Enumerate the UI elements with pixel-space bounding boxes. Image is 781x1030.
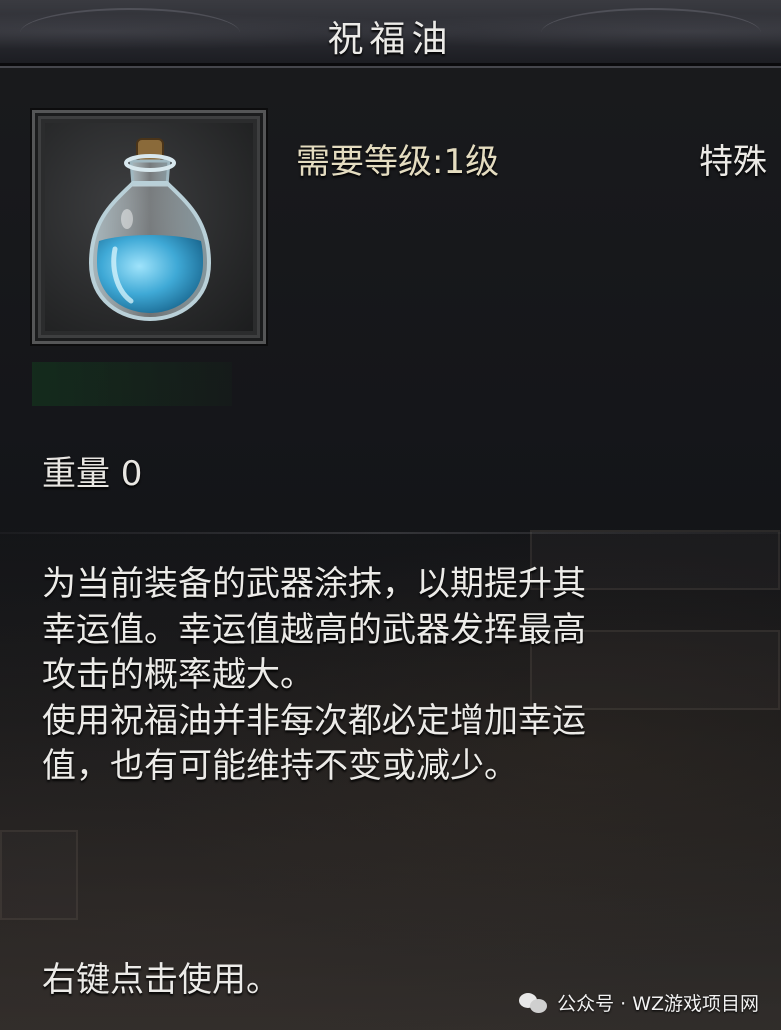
- item-weight: 重量 0: [42, 454, 143, 494]
- description-line: 幸运值。幸运值越高的武器发挥最高: [42, 609, 586, 650]
- description-line: 使用祝福油并非每次都必定增加幸运: [42, 700, 586, 741]
- item-icon-frame: [32, 110, 266, 344]
- item-type: 特殊: [699, 142, 767, 182]
- section-divider: [0, 532, 781, 534]
- level-requirement: 需要等级:1级: [296, 142, 500, 182]
- item-icon-glow: [32, 362, 232, 406]
- usage-hint: 右键点击使用。: [42, 960, 280, 1000]
- item-description: 为当前装备的武器涂抹，以期提升其 幸运值。幸运值越高的武器发挥最高 攻击的概率越…: [42, 562, 772, 790]
- wechat-icon: [519, 991, 549, 1015]
- watermark: 公众号 · WZ游戏项目网: [519, 989, 759, 1016]
- item-name: 祝福油: [327, 19, 454, 60]
- description-line: 攻击的概率越大。: [42, 655, 314, 695]
- item-tooltip: 祝福油 需要等级:1级 特殊 重量 0 为当前装备的武器涂抹，以期提升其 幸运值…: [0, 0, 781, 1030]
- description-line: 值，也有可能维持不变或减少。: [42, 746, 518, 786]
- watermark-text: 公众号 · WZ游戏项目网: [557, 993, 759, 1015]
- blue-potion-bottle-icon: [45, 123, 253, 331]
- description-line: 为当前装备的武器涂抹，以期提升其: [42, 564, 586, 604]
- tooltip-title-bar: 祝福油: [0, 0, 781, 66]
- background-panel: [0, 830, 78, 920]
